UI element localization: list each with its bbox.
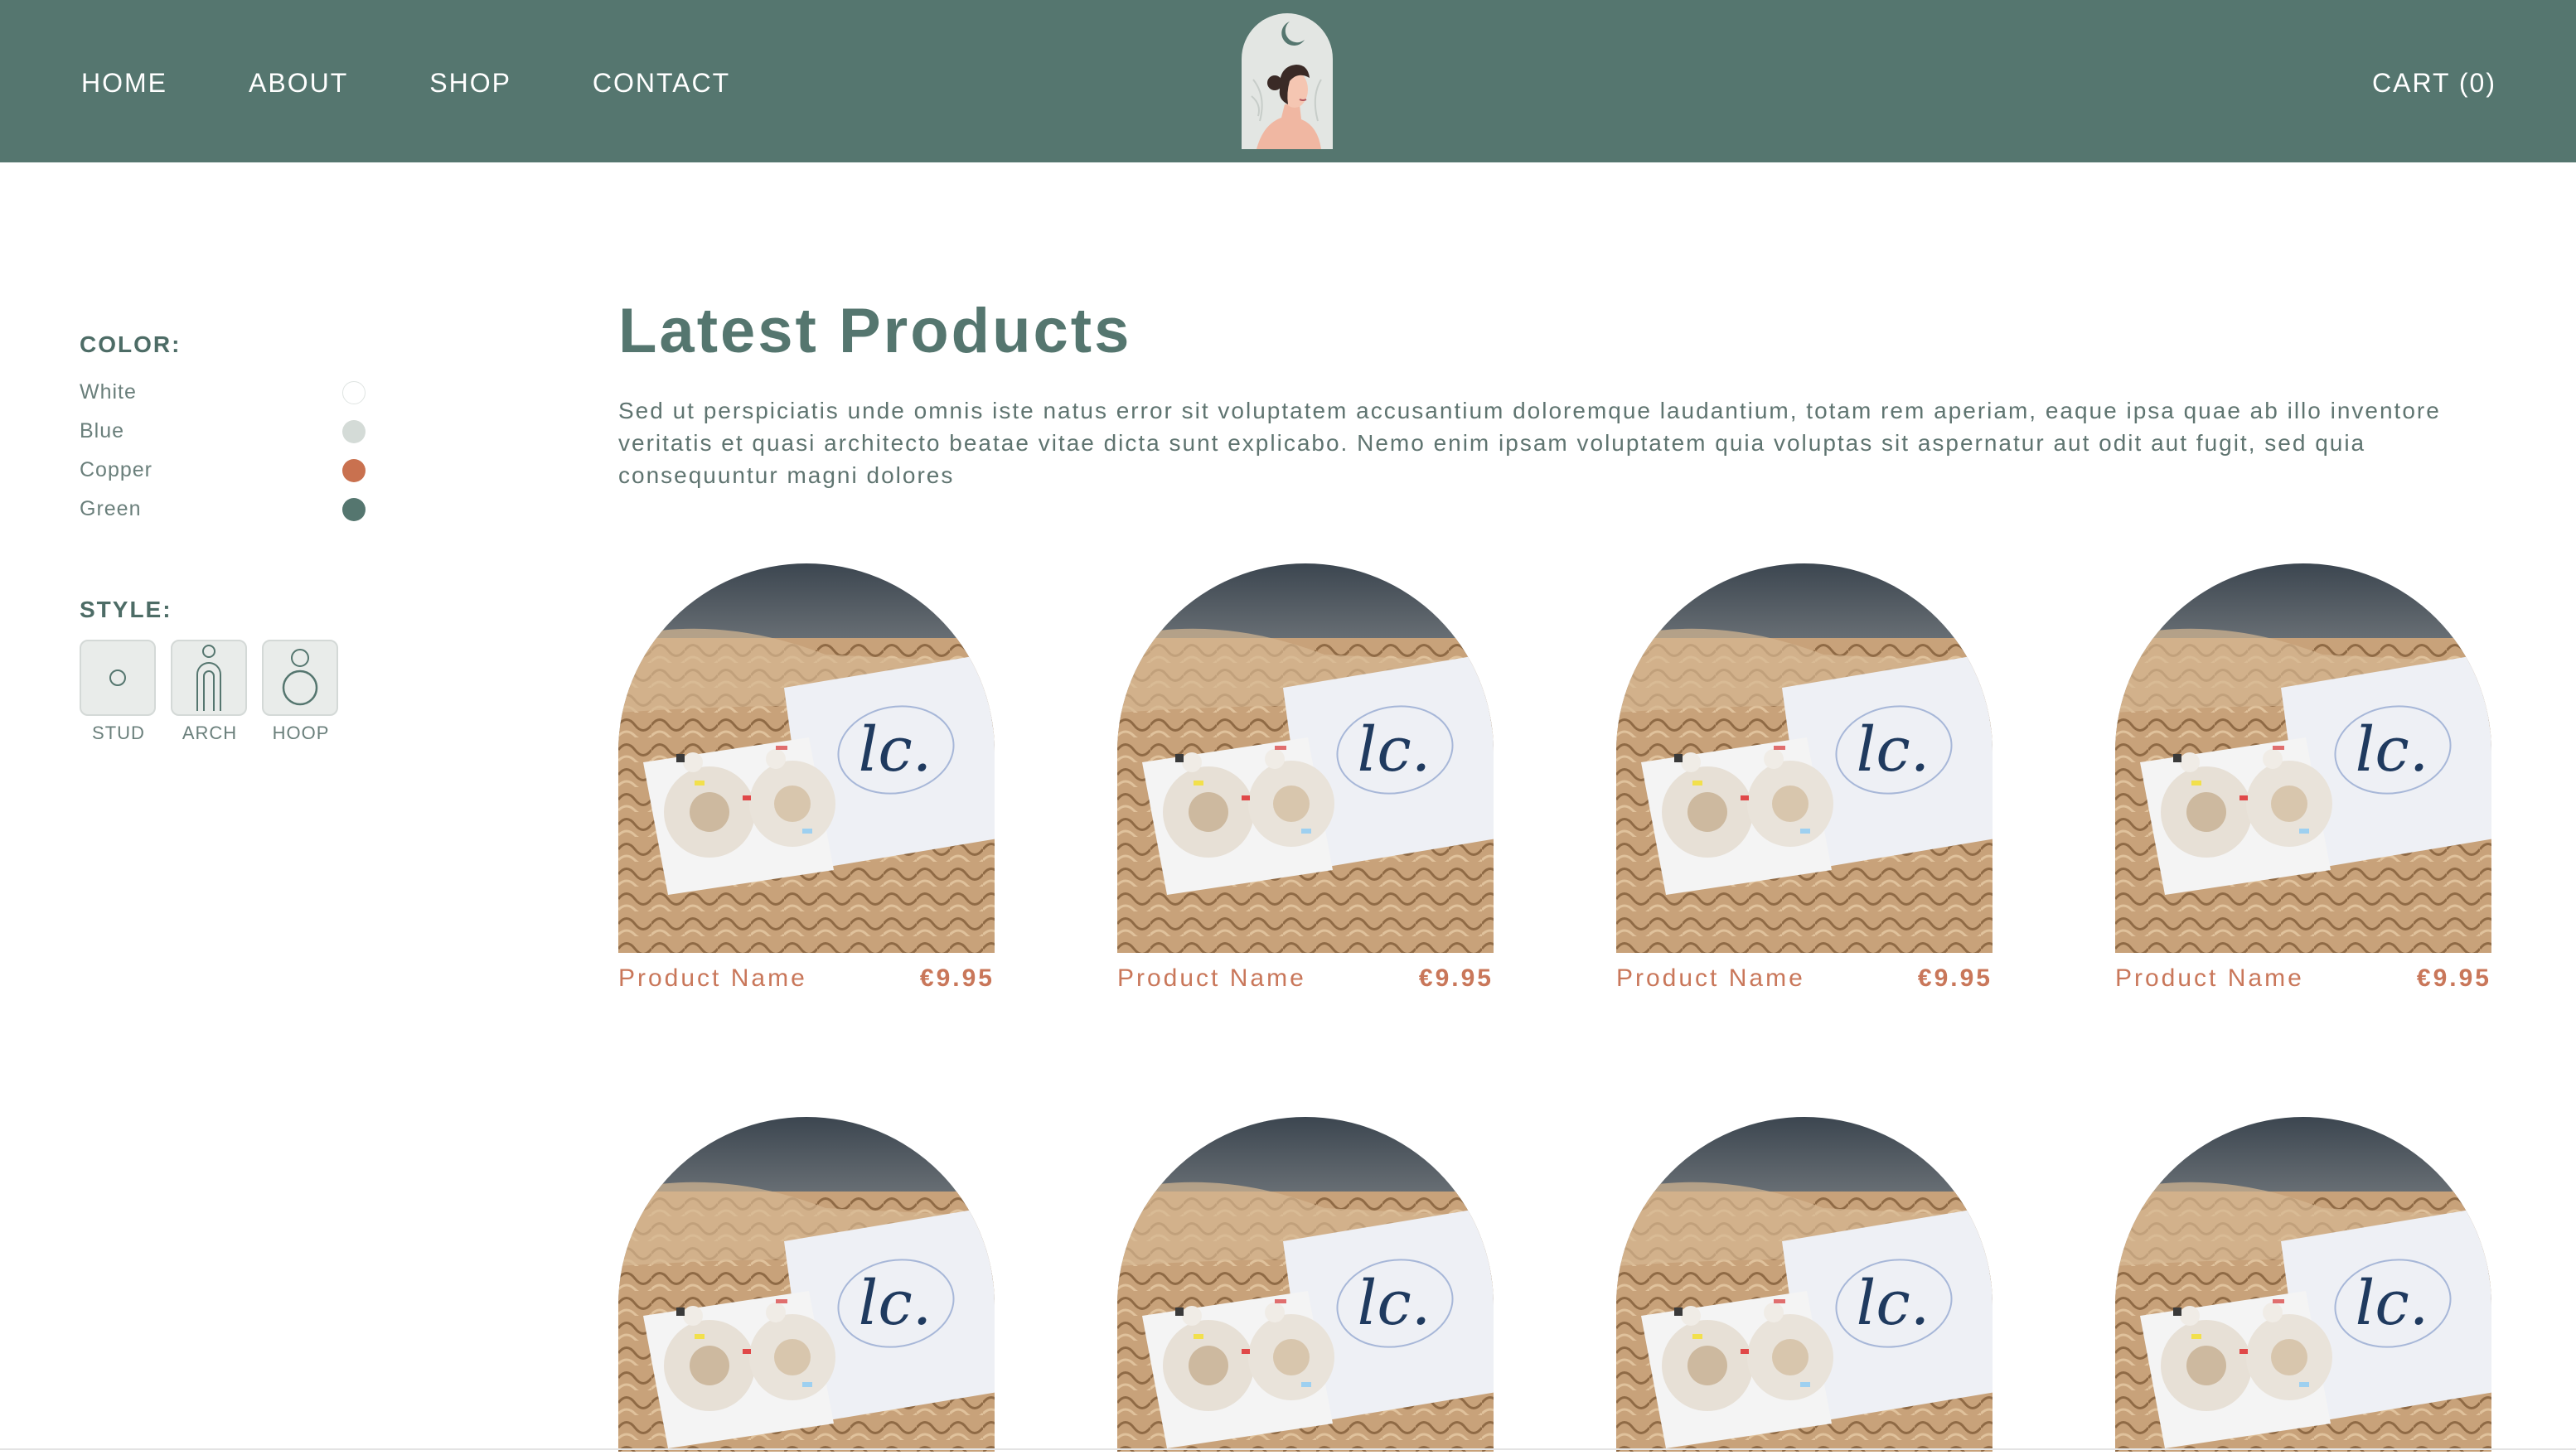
product-meta: Product Name €9.95 [1117, 964, 1494, 993]
product-image: lc. [618, 1117, 995, 1452]
product-price: €9.95 [1917, 964, 1993, 992]
product-card[interactable]: lc. [618, 1117, 995, 1452]
product-price: €9.95 [2416, 964, 2491, 992]
product-name: Product Name [618, 964, 807, 992]
product-price: €9.95 [919, 964, 995, 992]
style-option-arch[interactable]: ARCH [171, 640, 249, 744]
nav-home[interactable]: HOME [81, 60, 167, 106]
product-card[interactable]: lc. Product Name €9.95 [2115, 563, 2491, 993]
product-image: lc. [618, 563, 995, 953]
product-price: €9.95 [1418, 964, 1494, 992]
product-meta: Product Name €9.95 [618, 964, 995, 993]
product-image: lc. [2115, 563, 2491, 953]
product-card-logo-text: lc. [859, 1268, 932, 1339]
color-option-blue[interactable]: Blue [80, 412, 366, 451]
color-option-copper[interactable]: Copper [80, 451, 366, 490]
color-option-white[interactable]: White [80, 373, 366, 412]
product-image: lc. [1117, 1117, 1494, 1452]
product-image: lc. [1616, 1117, 1993, 1452]
product-card-logo-text: lc. [859, 714, 932, 786]
white-swatch-icon [342, 380, 366, 404]
style-box [171, 640, 247, 716]
green-swatch-icon [342, 497, 366, 521]
product-card[interactable]: lc. Product Name €9.95 [1616, 563, 1993, 993]
nav-contact[interactable]: CONTACT [593, 60, 730, 106]
product-card[interactable]: lc. Product Name €9.95 [618, 563, 995, 993]
style-box [262, 640, 338, 716]
product-image: lc. [1616, 563, 1993, 953]
product-name: Product Name [1117, 964, 1306, 992]
site-header: HOME ABOUT SHOP CONTACT CART (0) [0, 0, 2576, 162]
style-options: STUD ARCH HOOP [80, 640, 366, 744]
hoop-icon [282, 649, 318, 706]
woman-profile-moon-logo[interactable] [1242, 13, 1333, 149]
product-image: lc. [1117, 563, 1494, 953]
product-card-logo-text: lc. [1857, 1268, 1930, 1339]
product-card[interactable]: lc. [2115, 1117, 2491, 1452]
style-label: STUD [92, 723, 145, 743]
product-card-logo-text: lc. [1358, 714, 1431, 786]
arch-icon [196, 645, 221, 711]
stud-icon [109, 669, 126, 686]
color-label: Copper [80, 458, 153, 481]
color-option-green[interactable]: Green [80, 490, 366, 529]
product-card-logo-text: lc. [1857, 714, 1930, 786]
nav-about[interactable]: ABOUT [249, 60, 348, 106]
product-image: lc. [2115, 1117, 2491, 1452]
intro-text: Sed ut perspiciatis unde omnis iste natu… [618, 398, 2441, 488]
product-meta: Product Name €9.95 [1616, 964, 1993, 993]
cart-link[interactable]: CART (0) [2372, 60, 2496, 106]
color-label: White [80, 380, 137, 404]
product-card-logo-text: lc. [1358, 1268, 1431, 1339]
style-option-hoop[interactable]: HOOP [262, 640, 340, 744]
color-label: Green [80, 497, 142, 520]
style-label: HOOP [272, 723, 330, 743]
product-card-logo-text: lc. [2356, 714, 2429, 786]
nav-shop[interactable]: SHOP [429, 60, 511, 106]
page-bottom-divider [0, 1448, 2576, 1450]
main-nav: HOME ABOUT SHOP CONTACT [81, 60, 811, 106]
product-meta: Product Name €9.95 [2115, 964, 2491, 993]
product-card[interactable]: lc. [1117, 1117, 1494, 1452]
color-label: Blue [80, 419, 125, 442]
filter-sidebar: COLOR: White Blue Copper Green STYLE: ST… [80, 331, 366, 744]
page-title: Latest Products [618, 296, 1132, 366]
color-filter-title: COLOR: [80, 331, 182, 357]
style-label: ARCH [182, 723, 238, 743]
style-filter-title: STYLE: [80, 597, 172, 622]
product-card[interactable]: lc. [1616, 1117, 1993, 1452]
product-name: Product Name [1616, 964, 1805, 992]
style-box [80, 640, 156, 716]
product-card-logo-text: lc. [2356, 1268, 2429, 1339]
blue-swatch-icon [342, 419, 366, 443]
product-name: Product Name [2115, 964, 2304, 992]
copper-swatch-icon [342, 458, 366, 482]
style-option-stud[interactable]: STUD [80, 640, 157, 744]
product-card[interactable]: lc. Product Name €9.95 [1117, 563, 1494, 993]
